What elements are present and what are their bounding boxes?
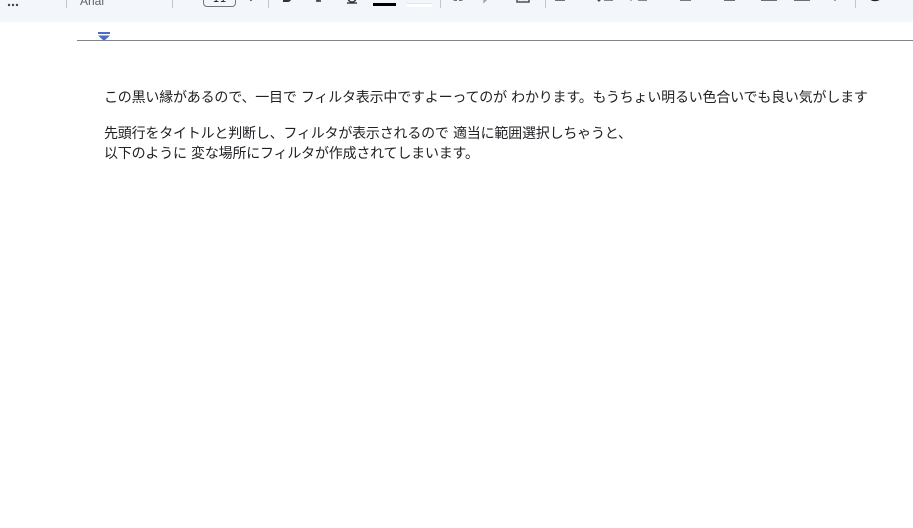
font-name-select[interactable]: Arial	[80, 0, 104, 8]
plus-icon[interactable]	[244, 0, 258, 8]
comment-icon[interactable]	[482, 0, 498, 8]
checklist-icon[interactable]	[628, 0, 648, 8]
bulleted-list-icon[interactable]	[672, 0, 692, 8]
toolbar-separator	[66, 0, 67, 8]
bold-icon[interactable]	[280, 0, 294, 8]
increase-indent-icon[interactable]	[793, 0, 811, 8]
underline-icon[interactable]	[344, 0, 360, 8]
numbered-list-icon[interactable]	[716, 0, 736, 8]
document-paragraph[interactable]: 先頭行をタイトルと判断し、フィルタが表示されるので 適当に範囲選択しちゃうと、	[104, 123, 632, 143]
input-tools-icon[interactable]	[866, 0, 886, 8]
link-icon[interactable]	[450, 0, 466, 8]
document-paragraph[interactable]: この黒い縁があるので、一目で フィルタ表示中ですよーってのが わかります。もうち…	[104, 87, 868, 107]
align-left-icon[interactable]	[554, 0, 570, 8]
toolbar-separator	[855, 0, 856, 8]
line-spacing-icon[interactable]	[596, 0, 614, 8]
toolbar-separator	[172, 0, 173, 8]
indent-marker-icon[interactable]	[98, 27, 110, 41]
toolbar-separator	[440, 0, 441, 8]
clear-formatting-icon[interactable]	[828, 0, 844, 8]
italic-icon[interactable]	[312, 0, 326, 8]
font-size-input[interactable]: 11	[203, 0, 236, 7]
decrease-indent-icon[interactable]	[760, 0, 778, 8]
more-icon[interactable]	[6, 0, 20, 8]
toolbar-separator	[545, 0, 546, 8]
highlight-color-swatch	[407, 3, 432, 7]
text-color-swatch	[373, 3, 396, 6]
formatting-toolbar: Arial 11	[0, 0, 913, 22]
document-paragraph[interactable]: 以下のように 変な場所にフィルタが作成されてしまいます。	[104, 143, 479, 163]
toolbar-separator	[268, 0, 269, 8]
ruler-baseline	[77, 40, 913, 41]
image-icon[interactable]	[516, 0, 530, 8]
